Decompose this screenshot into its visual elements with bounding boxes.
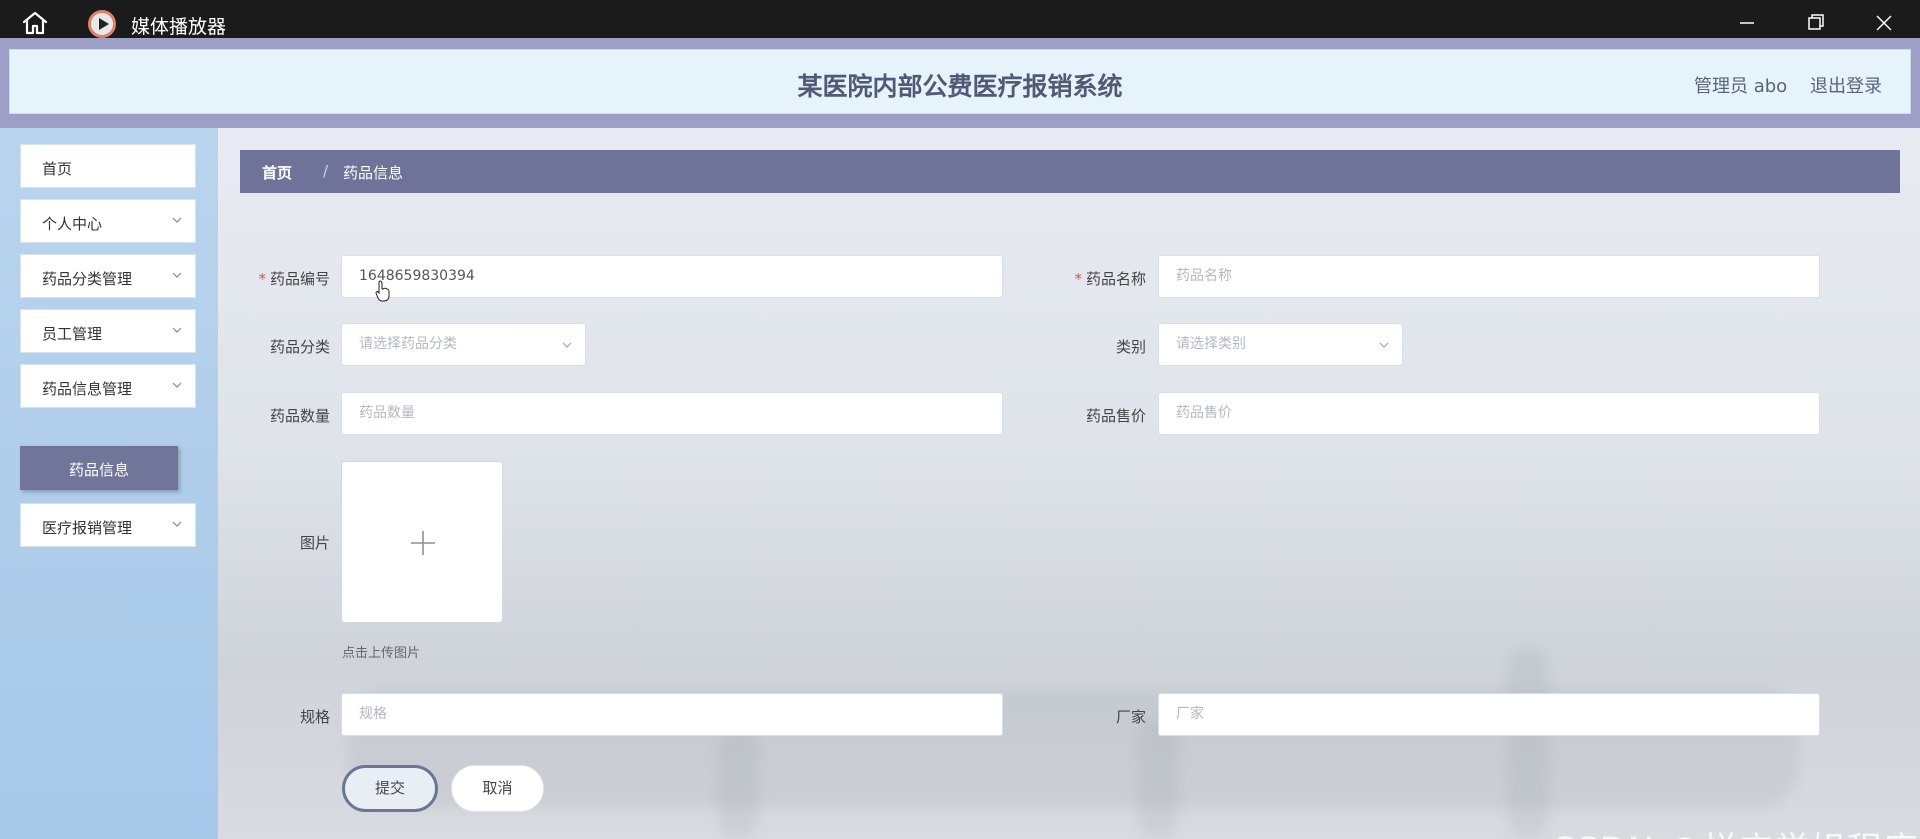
hand-cursor-icon xyxy=(375,280,390,302)
required-star: * xyxy=(1074,270,1082,288)
manufacturer-label: 厂家 xyxy=(1115,708,1146,726)
background-decoration xyxy=(1508,648,1548,838)
drug-code-input[interactable]: 1648659830394 xyxy=(341,255,1003,298)
minimize-icon[interactable] xyxy=(1727,8,1767,38)
sidebar-item-staff[interactable]: 员工管理 xyxy=(20,309,196,353)
sidebar-item-drug-info-manage[interactable]: 药品信息管理 xyxy=(20,364,196,408)
spec-input[interactable]: 规格 xyxy=(341,693,1003,736)
background-decoration xyxy=(1138,718,1178,838)
drug-category-select[interactable]: 请选择药品分类 xyxy=(341,323,586,366)
price-label: 药品售价 xyxy=(1085,407,1146,425)
app-header: 某医院内部公费医疗报销系统 管理员 abo 退出登录 xyxy=(9,49,1911,114)
upload-hint: 点击上传图片 xyxy=(342,646,421,661)
sidebar-subitem-drug-info[interactable]: 药品信息 xyxy=(20,446,178,490)
breadcrumb-separator: / xyxy=(323,162,329,180)
chevron-down-icon xyxy=(172,327,182,333)
system-title: 某医院内部公费医疗报销系统 xyxy=(797,72,1123,101)
type-select[interactable]: 请选择类别 xyxy=(1158,323,1403,366)
sidebar-item-home[interactable]: 首页 xyxy=(20,144,196,188)
media-player-icon xyxy=(88,10,116,38)
sidebar-item-label: 医疗报销管理 xyxy=(42,519,133,537)
manufacturer-input[interactable]: 厂家 xyxy=(1158,693,1820,736)
window-title: 媒体播放器 xyxy=(131,16,227,38)
quantity-input[interactable]: 药品数量 xyxy=(341,392,1003,435)
cancel-button[interactable]: 取消 xyxy=(451,765,544,812)
quantity-label: 药品数量 xyxy=(269,407,330,425)
sidebar-subitem-label: 药品信息 xyxy=(68,461,129,479)
price-input[interactable]: 药品售价 xyxy=(1158,392,1820,435)
sidebar: 首页 个人中心 药品分类管理 员工管理 药品信息管理 药品信息 医疗报销管理 xyxy=(0,128,218,839)
submit-button[interactable]: 提交 xyxy=(342,765,438,812)
sidebar-item-label: 首页 xyxy=(42,160,73,178)
sidebar-item-label: 员工管理 xyxy=(42,325,103,343)
drug-code-label: * 药品编号 xyxy=(258,270,330,288)
sidebar-item-label: 药品信息管理 xyxy=(42,380,133,398)
breadcrumb-current: 药品信息 xyxy=(343,164,404,182)
chevron-down-icon xyxy=(172,382,182,388)
home-icon[interactable] xyxy=(20,10,50,36)
sidebar-item-personal-center[interactable]: 个人中心 xyxy=(20,199,196,243)
breadcrumb-home[interactable]: 首页 xyxy=(262,162,292,183)
maximize-icon[interactable] xyxy=(1795,8,1835,38)
logout-link[interactable]: 退出登录 xyxy=(1810,72,1882,98)
chevron-down-icon xyxy=(1379,342,1389,348)
watermark: CSDN @悦宁学姐程序 xyxy=(1551,822,1919,839)
spec-label: 规格 xyxy=(299,708,330,726)
chevron-down-icon xyxy=(172,217,182,223)
app-frame: 某医院内部公费医疗报销系统 管理员 abo 退出登录 首页 个人中心 药品分类管… xyxy=(0,38,1920,839)
close-icon[interactable] xyxy=(1864,8,1904,38)
sidebar-item-label: 个人中心 xyxy=(42,215,103,233)
plus-icon xyxy=(411,531,435,555)
sidebar-item-label: 药品分类管理 xyxy=(42,270,133,288)
drug-name-input[interactable]: 药品名称 xyxy=(1158,255,1820,298)
current-user: 管理员 abo xyxy=(1694,76,1788,97)
background-decoration xyxy=(718,728,758,838)
image-upload[interactable] xyxy=(341,461,503,623)
type-label: 类别 xyxy=(1115,338,1146,356)
breadcrumb: 首页 / 药品信息 xyxy=(240,150,1900,193)
drug-name-label: * 药品名称 xyxy=(1074,270,1146,288)
chevron-down-icon xyxy=(562,342,572,348)
sidebar-item-reimbursement[interactable]: 医疗报销管理 xyxy=(20,503,196,547)
main-content: 首页 / 药品信息 * 药品编号 1648659830394 * 药品名称 药品名称… xyxy=(218,128,1920,839)
drug-category-label: 药品分类 xyxy=(269,338,330,356)
sidebar-item-drug-category[interactable]: 药品分类管理 xyxy=(20,254,196,298)
image-label: 图片 xyxy=(299,534,330,552)
chevron-down-icon xyxy=(172,521,182,527)
chevron-down-icon xyxy=(172,272,182,278)
required-star: * xyxy=(258,270,266,288)
